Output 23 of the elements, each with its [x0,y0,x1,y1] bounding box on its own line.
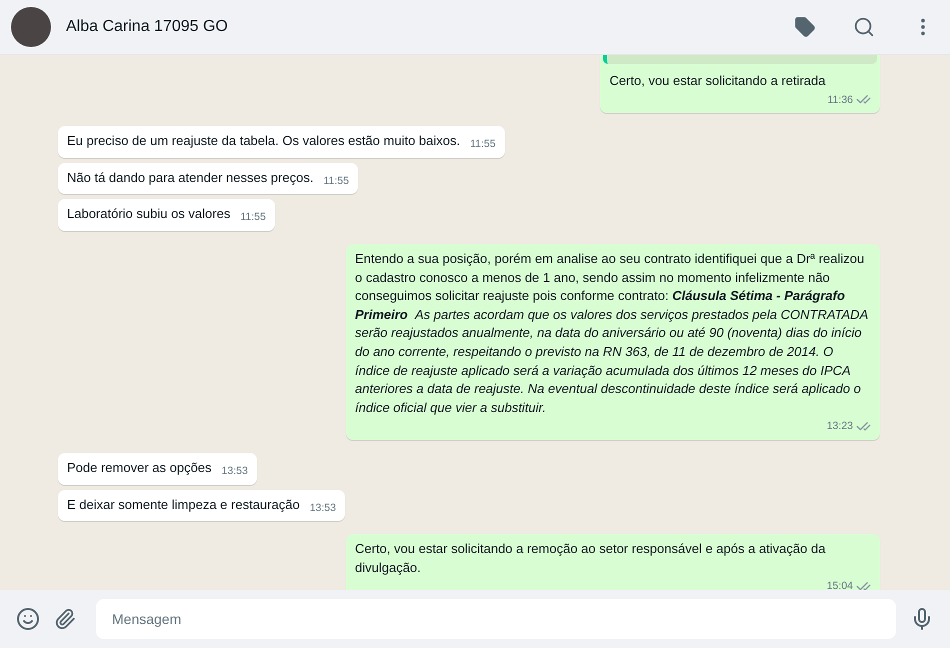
message-text: Pode remover as opções [67,458,212,477]
message-time: 11:55 [470,137,496,152]
message-time: 13:53 [310,500,336,516]
message-text: Certo, vou estar solicitando a retirada [609,72,826,90]
message-time: 15:04 [826,579,853,590]
message-text: Entendo a sua posição, porém em analise ao seu contrato identifiquei que a Drª realizou o cadastro conosco a menos de 1 ano, sendo assim no momento infelizmente não conseguimos solicitar reajuste pois conforme contrato: Cláusula Sétima - Parágrafo Primeiro As partes acordam que os valores dos serviços prestados pela CONTRATADA serão reajustados anualmente, na data do aniversário ou até 90 (noventa) dias do início do ano corrente, respeitando o previsto na RN 363, de 11 de dezembro de 2014. O índice de reajuste aplicado será a variação acumulada dos últimos 12 meses do IPCA anteriores a data de reajuste. Na eventual descontinuidade deste índice será aplicado o índice oficial que vier a substituir. [355,250,869,417]
attach-icon[interactable] [54,608,76,630]
message-text: Certo, vou estar solicitando a remoção ao setor responsável e após a ativação da divulgação. [355,540,826,577]
contact-avatar[interactable] [11,7,51,47]
label-icon[interactable] [794,16,816,38]
search-icon[interactable] [853,16,875,38]
message-text: E deixar somente limpeza e restauração [67,496,300,514]
message-input[interactable]: Mensagem [96,599,896,639]
message-time: 11:55 [323,174,349,189]
contact-name: Alba Carina 17095 GO [66,18,229,36]
emoji-icon[interactable] [16,607,40,631]
message-text: Eu preciso de um reajuste da tabela. Os valores estão muito baixos. [67,132,460,150]
message-text: Não tá dando para atender nesses preços. [67,168,314,187]
message-time: 11:55 [240,210,266,226]
message-text: Laboratório subiu os valores [67,205,230,224]
message-time: 11:36 [828,92,853,108]
message-time: 13:53 [222,464,248,479]
message-time: 13:23 [826,419,853,434]
